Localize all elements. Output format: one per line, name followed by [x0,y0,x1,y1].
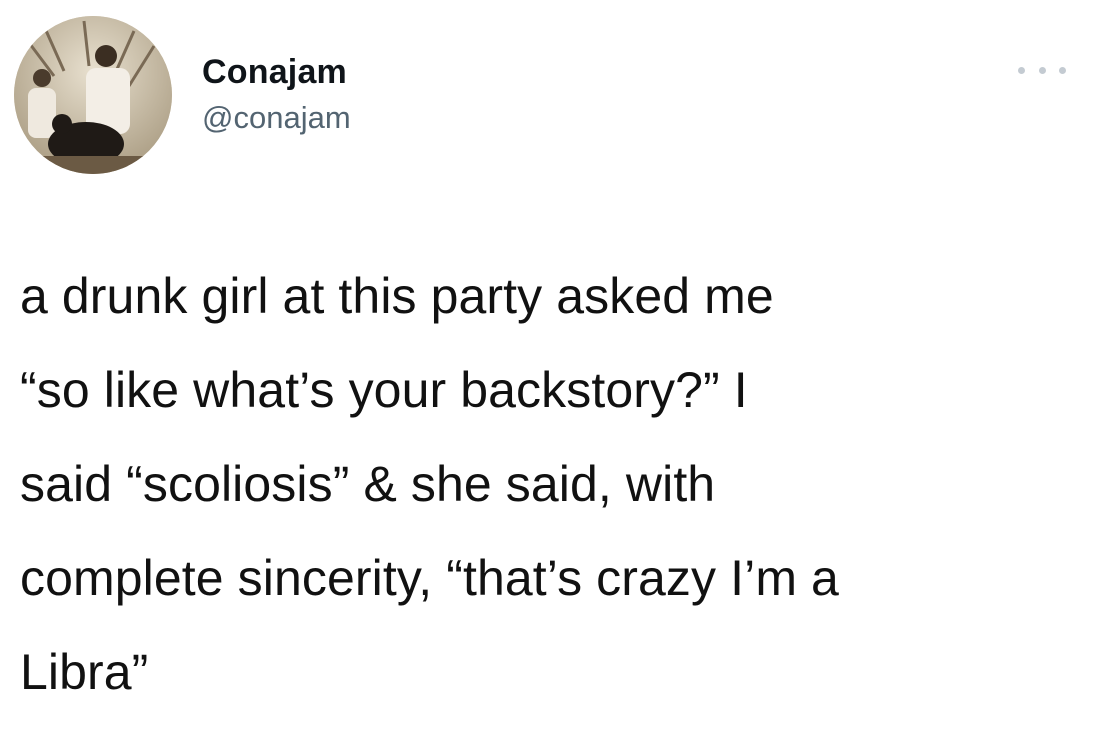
tweet-card: Conajam @conajam a drunk girl at this pa… [0,0,1100,729]
tweet-text: a drunk girl at this party asked me “so … [20,249,1080,719]
dot-icon [1059,66,1066,74]
tweet-header: Conajam @conajam [14,14,1086,176]
display-name[interactable]: Conajam [202,52,351,92]
tweet-text-line: Libra” [20,644,149,700]
tweet-text-line: said “scoliosis” & she said, with [20,456,716,512]
user-handle[interactable]: @conajam [202,98,351,138]
dot-icon [1038,66,1046,74]
dot-icon [1018,66,1025,74]
tweet-text-line: complete sincerity, “that’s crazy I’m a [20,550,839,606]
author-names: Conajam @conajam [202,52,351,138]
tweet-text-line: “so like what’s your backstory?” I [20,362,748,418]
avatar[interactable] [14,16,172,174]
profile-photo-icon [14,16,172,174]
more-options-icon[interactable] [1018,58,1066,82]
tweet-text-line: a drunk girl at this party asked me [20,268,774,324]
